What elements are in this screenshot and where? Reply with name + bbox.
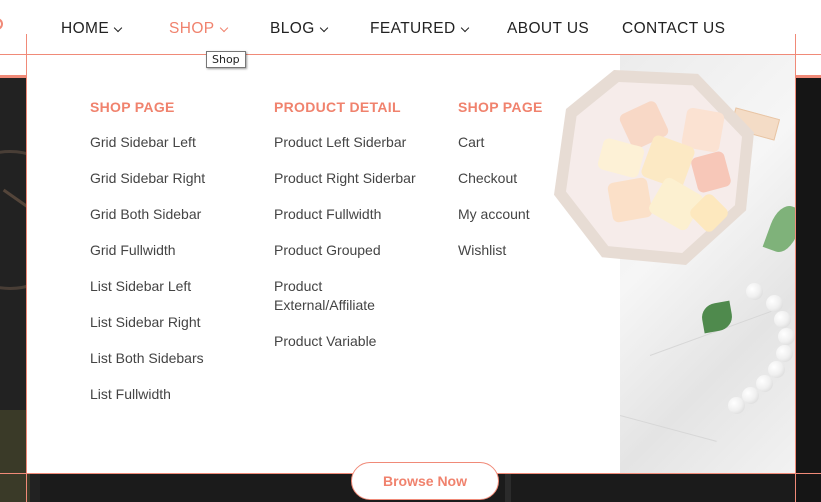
- chevron-down-icon: [319, 23, 328, 32]
- nav-tooltip: Shop: [206, 51, 246, 68]
- chevron-down-icon: [113, 23, 123, 32]
- nav-item-label: CONTACT US: [622, 20, 726, 37]
- nav-item-label: BLOG: [270, 20, 315, 37]
- nav-item-shop[interactable]: SHOP: [169, 20, 228, 38]
- column-title: SHOP PAGE: [90, 99, 175, 115]
- nav-item-contact-us[interactable]: CONTACT US: [622, 20, 725, 38]
- menu-link[interactable]: List Sidebar Right: [90, 313, 205, 332]
- menu-link[interactable]: Product Grouped: [274, 241, 434, 260]
- menu-link[interactable]: List Fullwidth: [90, 385, 205, 404]
- menu-link[interactable]: Grid Fullwidth: [90, 241, 205, 260]
- menu-link[interactable]: My account: [458, 205, 543, 224]
- mega-column-shop-page-2: SHOP PAGE Cart Checkout My account Wishl…: [458, 99, 543, 277]
- menu-link[interactable]: Grid Both Sidebar: [90, 205, 205, 224]
- mega-column-shop-page: SHOP PAGE Grid Sidebar Left Grid Sidebar…: [90, 99, 205, 421]
- hero-right-decor: [795, 78, 821, 502]
- link-list: Product Left Siderbar Product Right Side…: [274, 133, 434, 351]
- nav-item-home[interactable]: HOME: [61, 20, 123, 38]
- marble-vein: [620, 415, 717, 442]
- menu-link[interactable]: List Sidebar Left: [90, 277, 205, 296]
- menu-link[interactable]: Product Fullwidth: [274, 205, 434, 224]
- nav-item-about-us[interactable]: ABOUT US: [507, 20, 589, 38]
- menu-link[interactable]: Grid Sidebar Right: [90, 169, 205, 188]
- nav-item-label: SHOP: [169, 20, 215, 37]
- guide-line: [0, 54, 821, 55]
- mega-column-product-detail: PRODUCT DETAIL Product Left Siderbar Pro…: [274, 99, 434, 368]
- menu-link[interactable]: Product Left Siderbar: [274, 133, 434, 152]
- nav-item-featured[interactable]: FEATURED: [370, 20, 469, 38]
- chevron-down-icon: [219, 23, 228, 32]
- nav-item-label: ABOUT US: [507, 20, 590, 37]
- nav-item-label: HOME: [61, 20, 110, 37]
- nav-item-blog[interactable]: BLOG: [270, 20, 328, 38]
- guide-line: [795, 34, 796, 502]
- menu-link[interactable]: Grid Sidebar Left: [90, 133, 205, 152]
- link-list: Grid Sidebar Left Grid Sidebar Right Gri…: [90, 133, 205, 404]
- menu-link[interactable]: Product Right Siderbar: [274, 169, 434, 188]
- column-title: PRODUCT DETAIL: [274, 99, 401, 115]
- pearl-necklace-decor: [716, 283, 795, 445]
- menu-link[interactable]: Cart: [458, 133, 543, 152]
- chevron-down-icon: [460, 23, 469, 32]
- link-list: Cart Checkout My account Wishlist: [458, 133, 543, 260]
- menu-link[interactable]: Product Variable: [274, 332, 434, 351]
- menu-link[interactable]: Checkout: [458, 169, 543, 188]
- browse-now-button[interactable]: Browse Now: [351, 462, 499, 500]
- guide-line: [26, 34, 27, 502]
- menu-link[interactable]: Wishlist: [458, 241, 543, 260]
- main-nav: HOME SHOP BLOG FEATURED ABOUT US CONTACT…: [0, 0, 821, 60]
- column-title: SHOP PAGE: [458, 99, 543, 115]
- menu-link[interactable]: Product External/Affiliate: [274, 277, 392, 315]
- page: HOME SHOP BLOG FEATURED ABOUT US CONTACT…: [0, 0, 821, 502]
- leaf-decor: [762, 201, 795, 257]
- candy-bowl-image: [554, 70, 754, 265]
- menu-link[interactable]: List Both Sidebars: [90, 349, 205, 368]
- nav-item-label: FEATURED: [370, 20, 456, 37]
